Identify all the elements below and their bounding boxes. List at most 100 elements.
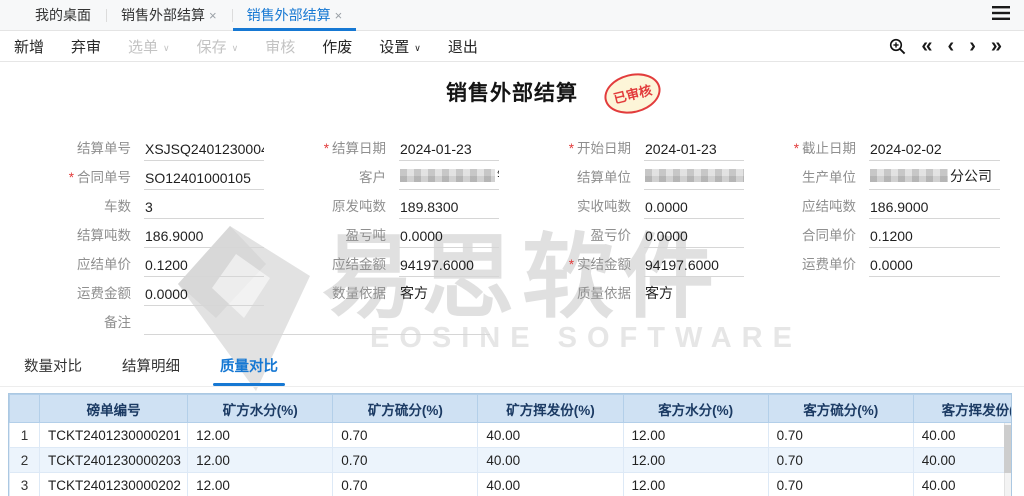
field-label-text: 客户 (359, 170, 386, 185)
field-value[interactable]: 集团 (644, 166, 744, 190)
field-value[interactable]: 2024-02-02 (869, 141, 1000, 161)
tab-close-icon[interactable]: × (209, 8, 217, 23)
field-label-text: 质量依据 (577, 286, 631, 301)
detail-tab-0[interactable]: 数量对比 (24, 355, 82, 376)
field-label: 备注 (14, 311, 144, 335)
field-label: *开始日期 (539, 137, 644, 161)
field-label-text: 盈亏吨 (346, 228, 387, 243)
toolbar-button-1[interactable]: 弃审 (71, 36, 101, 57)
table-row[interactable]: 2TCKT240123000020312.000.7040.0012.000.7… (10, 448, 1013, 473)
field-value[interactable]: 客方 (399, 283, 499, 306)
table-header-cell: 矿方挥发份(%) (478, 395, 623, 423)
field-value[interactable]: 0.0000 (869, 257, 1000, 277)
field-label: 客户 (304, 166, 399, 190)
table-cell: 40.00 (478, 448, 623, 473)
field-value[interactable]: 94197.6000 (644, 257, 744, 277)
field-value[interactable]: 186.9000 (144, 228, 264, 248)
field-label: 数量依据 (304, 282, 399, 306)
tab-2-active[interactable]: 销售外部结算 × (232, 0, 358, 30)
field-value[interactable]: 0.1200 (144, 257, 264, 277)
field-label-text: 合同单号 (77, 170, 131, 185)
toolbar-pager: « ‹ › » (889, 36, 1010, 56)
field-value[interactable]: 3 (144, 199, 264, 219)
field-value[interactable]: 0.0000 (399, 228, 499, 248)
field-label-text: 生产单位 (802, 170, 856, 185)
field-label: *结算日期 (304, 137, 399, 161)
toolbar-button-2: 选单∨ (128, 36, 170, 57)
tab-label: 销售外部结算 (247, 5, 331, 25)
tab-bar: 我的桌面销售外部结算×销售外部结算× (0, 0, 1024, 31)
required-marker: * (794, 141, 799, 156)
row-number-cell: 2 (10, 448, 40, 473)
field-value[interactable]: SO12401000105 (144, 170, 264, 190)
menu-icon[interactable] (992, 6, 1010, 25)
last-page-icon[interactable]: » (991, 36, 1002, 56)
tab-1[interactable]: 销售外部结算× (106, 0, 232, 30)
field-label-text: 开始日期 (577, 141, 631, 156)
field-value[interactable]: 0.0000 (144, 286, 264, 306)
tab-close-icon[interactable]: × (335, 8, 343, 23)
field-label-text: 结算单位 (577, 170, 631, 185)
field-value[interactable]: 客方 (644, 283, 744, 306)
detail-tab-1[interactable]: 结算明细 (122, 355, 180, 376)
field-value[interactable]: 2024-01-23 (399, 141, 499, 161)
row-number-cell: 1 (10, 423, 40, 448)
required-marker: * (569, 257, 574, 272)
settlement-form: 结算单号XSJSQ2401230004*结算日期2024-01-23*开始日期2… (0, 132, 1024, 335)
field-label-text: 截止日期 (802, 141, 856, 156)
field-label: 实收吨数 (539, 195, 644, 219)
table-cell: 40.00 (913, 423, 1012, 448)
toolbar-button-0[interactable]: 新增 (14, 36, 44, 57)
chevron-down-icon: ∨ (414, 43, 421, 53)
toolbar-button-label: 保存 (197, 39, 227, 56)
next-page-icon[interactable]: › (969, 36, 976, 56)
toolbar-button-3: 保存 ∨ (197, 36, 239, 57)
scrollbar-thumb[interactable] (1004, 425, 1011, 473)
table-cell: 0.70 (768, 423, 913, 448)
toolbar-button-4: 审核 (265, 36, 295, 57)
prev-page-icon[interactable]: ‹ (948, 36, 955, 56)
table-header-cell: 客方挥发份(%) (913, 395, 1012, 423)
field-label-text: 实收吨数 (577, 199, 631, 214)
table-header-cell (10, 395, 40, 423)
field-value[interactable]: 钢钒 (399, 166, 499, 190)
field-label-text: 运费单价 (802, 257, 856, 272)
detail-tab-2-active[interactable]: 质量对比 (220, 355, 278, 376)
table-cell: 40.00 (478, 473, 623, 496)
field-label: 盈亏吨 (304, 224, 399, 248)
toolbar-button-label: 弃审 (71, 39, 101, 56)
field-value[interactable]: 189.8300 (399, 199, 499, 219)
field-label: 盈亏价 (539, 224, 644, 248)
field-value[interactable]: 0.0000 (644, 199, 744, 219)
field-value[interactable]: 2024-01-23 (644, 141, 744, 161)
chevron-down-icon: ∨ (232, 43, 239, 53)
tab-0[interactable]: 我的桌面 (20, 0, 106, 30)
field-label-text: 应结单价 (77, 257, 131, 272)
field-value[interactable]: 0.1200 (869, 228, 1000, 248)
field-label-text: 应结吨数 (802, 199, 856, 214)
table-vertical-scrollbar[interactable] (1004, 423, 1011, 496)
tab-bar-tabs: 我的桌面销售外部结算×销售外部结算× (20, 0, 357, 30)
toolbar-button-7[interactable]: 退出 (448, 36, 478, 57)
zoom-in-icon[interactable] (889, 38, 906, 55)
table-row[interactable]: 3TCKT240123000020212.000.7040.0012.000.7… (10, 473, 1013, 496)
field-label: 结算吨数 (14, 224, 144, 248)
first-page-icon[interactable]: « (921, 36, 932, 56)
field-label: 结算单位 (539, 166, 644, 190)
field-value[interactable]: 186.9000 (869, 199, 1000, 219)
field-label: *合同单号 (14, 166, 144, 190)
field-value[interactable]: 分公司 (869, 166, 1000, 190)
field-value[interactable]: XSJSQ2401230004 (144, 141, 264, 161)
field-value[interactable]: 0.0000 (644, 228, 744, 248)
required-marker: * (569, 141, 574, 156)
table-row[interactable]: 1TCKT240123000020112.000.7040.0012.000.7… (10, 423, 1013, 448)
field-label: 运费单价 (784, 253, 869, 277)
field-value[interactable] (144, 318, 490, 335)
toolbar-button-6[interactable]: 设置∨ (379, 36, 421, 57)
table-header-cell: 客方水分(%) (623, 395, 768, 423)
toolbar-button-5[interactable]: 作废 (322, 36, 352, 57)
toolbar-button-label: 退出 (448, 39, 478, 56)
field-label-text: 原发吨数 (332, 199, 386, 214)
page-content: 易思软件 EOSINE SOFTWARE 销售外部结算 已审核 结算单号XSJS… (0, 70, 1024, 496)
field-value[interactable]: 94197.6000 (399, 257, 499, 277)
